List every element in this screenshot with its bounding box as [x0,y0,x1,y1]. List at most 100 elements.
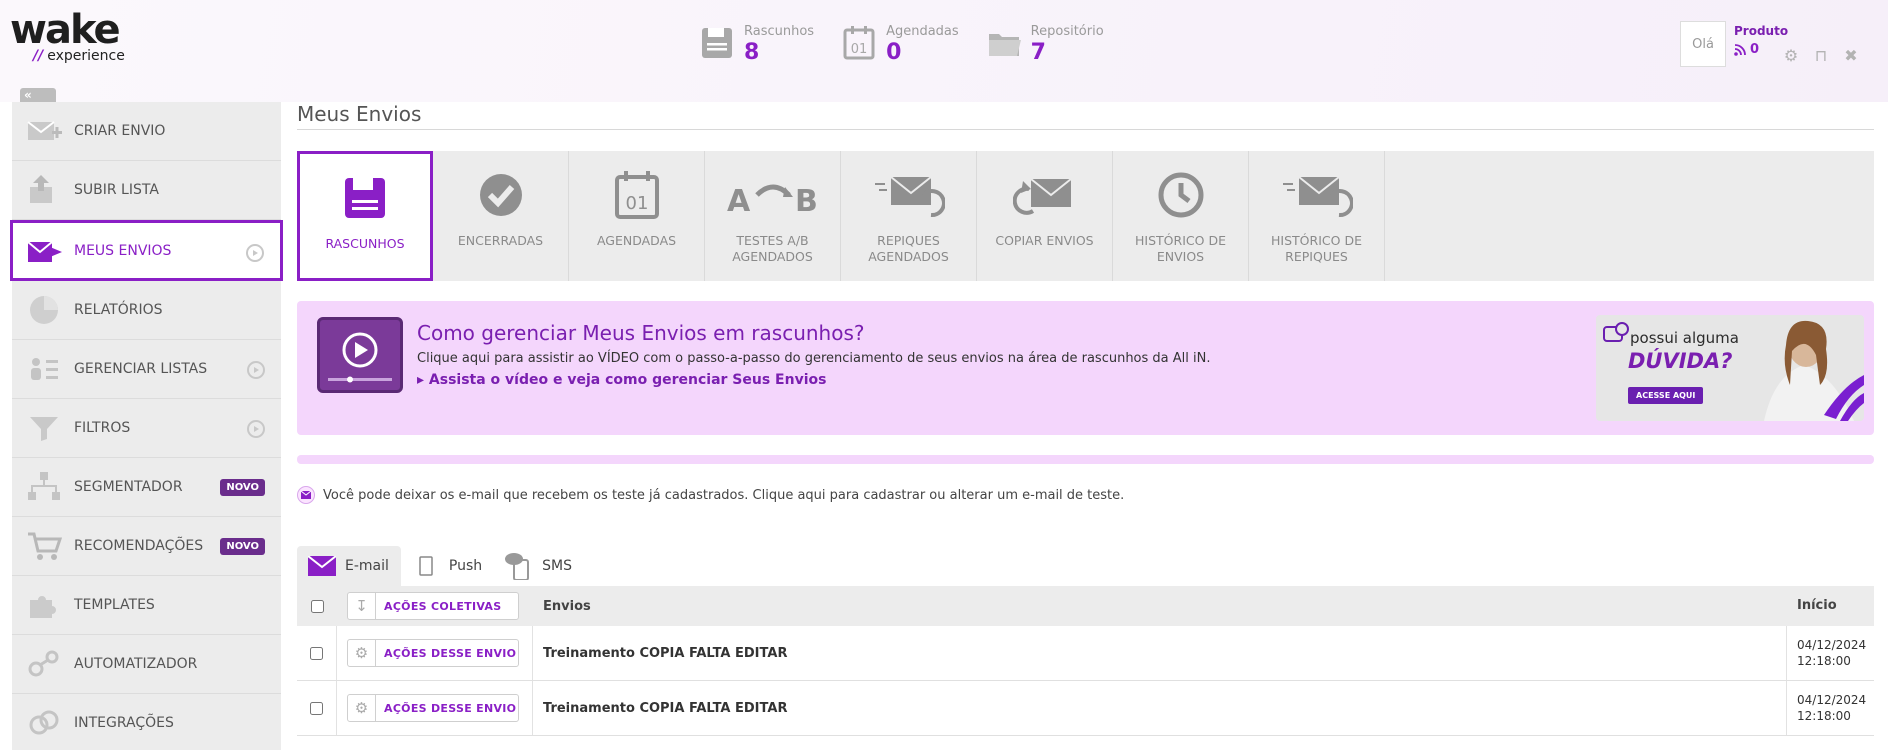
tab-repiques-agendados[interactable]: REPIQUES AGENDADOS [841,151,977,281]
envelope-icon [308,556,336,576]
main-content: Meus Envios RASCUNHOS ENCERRADAS 01 AGEN… [297,102,1874,736]
table-row: ⚙ AÇÕES DESSE ENVIO Treinamento COPIA FA… [297,626,1874,681]
sidebar-item-label: RECOMENDAÇÕES [74,538,204,554]
tab-testes-ab[interactable]: AB TESTES A/B AGENDADOS [705,151,841,281]
feed-counter[interactable]: 0 [1734,42,1788,57]
tab-historico-repiques[interactable]: HISTÓRICO DE REPIQUES [1249,151,1385,281]
row-actions-button[interactable]: ⚙ AÇÕES DESSE ENVIO [347,639,519,667]
gear-icon: ⚙ [348,640,376,666]
calendar-icon: 01 [614,171,659,219]
ad-button[interactable]: ACESSE AQUI [1628,387,1704,404]
row-actions-button[interactable]: ⚙ AÇÕES DESSE ENVIO [347,694,519,722]
new-envelope-icon [27,121,62,140]
sidebar-item-label: FILTROS [74,420,131,436]
sidebar-item-templates[interactable]: TEMPLATES [12,576,281,635]
tab-agendadas[interactable]: 01 AGENDADAS [569,151,705,281]
stat-repositorio[interactable]: Repositório 7 [987,24,1104,74]
envio-start: 04/12/2024 12:18:00 [1797,638,1867,668]
rss-icon [1734,43,1746,56]
sidebar-collapse-button[interactable]: « [20,88,56,102]
sidebar-item-label: GERENCIAR LISTAS [74,361,208,377]
wake-logo[interactable]: wake //experience [10,10,130,68]
calendar-icon: 01 [843,26,875,60]
channel-tabs: E-mail Push SMS [297,546,1874,586]
column-inicio[interactable]: Início [1787,598,1874,614]
user-name: Produto [1734,24,1789,38]
sidebar-item-filtros[interactable]: FILTROS [12,399,281,458]
envelope-badge-icon [297,486,315,504]
gear-icon[interactable]: ⚙ [1782,46,1800,65]
sidebar-item-label: RELATÓRIOS [74,302,163,318]
help-ad[interactable]: possui alguma DÚVIDA? ACESSE AQUI [1596,315,1864,421]
envio-name[interactable]: Treinamento COPIA FALTA EDITAR [533,626,1787,680]
video-player-icon[interactable] [317,317,403,393]
select-all-checkbox[interactable] [310,599,324,613]
sidebar-item-relatorios[interactable]: RELATÓRIOS [12,281,281,340]
floppy-icon [345,178,385,218]
tab-encerradas[interactable]: ENCERRADAS [433,151,569,281]
close-icon[interactable]: ✖ [1842,46,1860,65]
sidebar-item-label: SUBIR LISTA [74,182,159,198]
expand-arrow-icon[interactable] [246,244,264,262]
sidebar-item-label: MEUS ENVIOS [74,242,172,259]
ab-test-icon: AB [727,184,818,215]
new-badge: NOVO [220,479,265,496]
automation-icon [28,650,59,677]
tab-label: AGENDADAS [596,233,677,248]
sidebar-item-label: TEMPLATES [74,597,155,613]
new-badge: NOVO [220,538,265,555]
column-envios[interactable]: Envios [533,586,1787,626]
monitor-icon[interactable]: ⊓ [1812,46,1830,65]
tab-email[interactable]: E-mail [297,546,401,586]
send-envelope-icon [27,240,62,262]
sidebar-item-automatizador[interactable]: AUTOMATIZADOR [12,635,281,694]
expand-arrow-icon[interactable] [247,420,265,438]
tab-historico-envios[interactable]: HISTÓRICO DE ENVIOS [1113,151,1249,281]
bulk-actions-button[interactable]: ↧ AÇÕES COLETIVAS [347,592,519,620]
test-email-notice[interactable]: Você pode deixar os e-mail que recebem o… [297,486,1874,504]
banner-title: Como gerenciar Meus Envios em rascunhos? [417,321,865,345]
banner-link[interactable]: ▸ Assista o vídeo e veja como gerenciar … [417,372,826,388]
tab-label: HISTÓRICO DE ENVIOS [1135,233,1226,264]
puzzle-icon [30,596,56,618]
ad-line1: possui alguma [1630,329,1739,347]
sidebar-item-criar-envio[interactable]: CRIAR ENVIO [12,102,281,161]
help-banner[interactable]: Como gerenciar Meus Envios em rascunhos?… [297,301,1874,435]
sidebar-item-recomendacoes[interactable]: RECOMENDAÇÕES NOVO [12,517,281,576]
sms-icon [505,553,530,580]
sidebar-item-label: CRIAR ENVIO [74,123,166,139]
table-header: ↧ AÇÕES COLETIVAS Envios Início [297,586,1874,626]
tab-push[interactable]: Push [401,546,494,586]
sidebar-item-segmentador[interactable]: SEGMENTADOR NOVO [12,458,281,517]
expand-arrow-icon[interactable] [247,361,265,379]
tab-rascunhos[interactable]: RASCUNHOS [297,151,433,281]
sidebar-item-gerenciar-listas[interactable]: GERENCIAR LISTAS [12,340,281,399]
cart-icon [28,532,63,560]
row-checkbox[interactable] [310,701,323,715]
tab-label: REPIQUES AGENDADOS [868,233,949,264]
sidebar-item-subir-lista[interactable]: SUBIR LISTA [12,161,281,220]
tab-copiar-envios[interactable]: COPIAR ENVIOS [977,151,1113,281]
banner-description[interactable]: Clique aqui para assistir ao VÍDEO com o… [417,351,1211,366]
folder-icon [988,34,1021,56]
gear-icon: ⚙ [348,695,376,721]
upload-list-icon [30,175,52,203]
stat-rascunhos[interactable]: Rascunhos 8 [700,24,814,74]
tab-sms[interactable]: SMS [494,546,584,586]
stat-value: 7 [1030,40,1046,65]
link-rings-icon [29,710,59,735]
avatar[interactable]: Olá [1680,21,1726,67]
sort-arrow-icon: ↧ [348,593,376,619]
hierarchy-icon [28,472,60,500]
sidebar-item-meus-envios[interactable]: MEUS ENVIOS [10,220,283,281]
logo-sub: //experience [33,48,125,64]
copy-envelope-icon [1012,178,1072,215]
stat-agendadas[interactable]: 01 Agendadas 0 [842,24,959,74]
user-info: Produto 0 [1734,24,1788,57]
envio-name[interactable]: Treinamento COPIA FALTA EDITAR [533,681,1787,735]
row-checkbox[interactable] [310,646,323,660]
page-title: Meus Envios [297,102,1874,130]
table-row: ⚙ AÇÕES DESSE ENVIO Treinamento COPIA FA… [297,681,1874,736]
sidebar-item-integracoes[interactable]: INTEGRAÇÕES [12,694,281,750]
floppy-icon [702,28,732,58]
